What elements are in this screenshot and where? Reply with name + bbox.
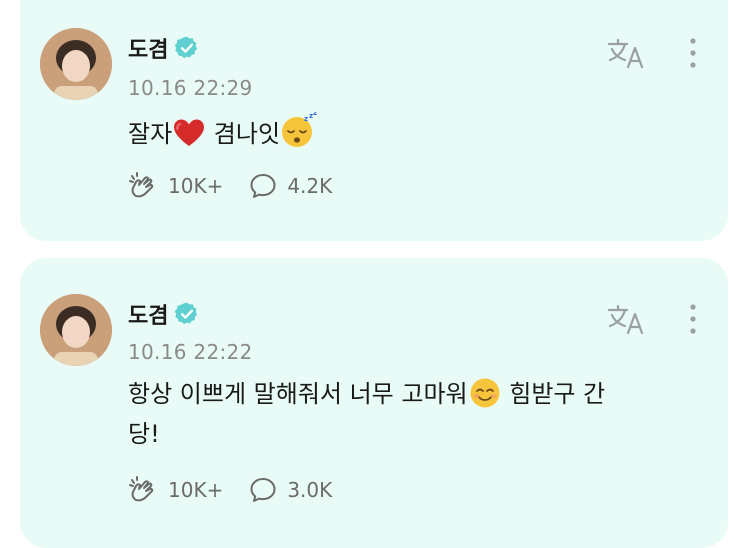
post-text: 잘자 겸나잇 zzz (128, 112, 698, 154)
cheer-hand-icon (129, 476, 154, 502)
author-name[interactable]: 도겸 (128, 298, 168, 330)
comment-bubble-icon (250, 174, 276, 198)
more-vertical-icon[interactable] (686, 302, 700, 336)
post-card[interactable]: 도겸 10.16 22:29 잘자 겸나잇 zzz 10K+ 4.2K (20, 0, 728, 241)
comment-button[interactable]: 3.0K (249, 477, 332, 503)
like-count: 10K+ (168, 478, 224, 502)
post-stats: 10K+ 3.0K (128, 476, 332, 504)
avatar[interactable] (40, 28, 112, 100)
sleeping-face-icon: zzz (282, 112, 317, 147)
post-text-part: 겸나잇 (206, 120, 281, 148)
cheer-hand-icon (129, 172, 154, 198)
avatar[interactable] (40, 294, 112, 366)
post-text-part: 잘자 (128, 120, 173, 148)
post-text-line: 힘받구 간 (501, 380, 606, 408)
post-stats: 10K+ 4.2K (128, 172, 332, 200)
author-row: 도겸 (128, 32, 200, 64)
svg-text:z: z (313, 112, 317, 117)
verified-badge-icon (175, 302, 198, 325)
post-text-line: 당! (128, 420, 160, 448)
verified-badge-icon (175, 36, 198, 59)
post-text: 항상 이쁘게 말해줘서 너무 고마워 힘받구 간 당! (128, 374, 698, 454)
post-timestamp: 10.16 22:22 (128, 340, 253, 364)
smiling-face-icon (470, 378, 500, 408)
like-button[interactable]: 10K+ (128, 172, 223, 200)
svg-text:z: z (304, 115, 308, 123)
like-button[interactable]: 10K+ (128, 476, 223, 504)
comment-button[interactable]: 4.2K (249, 173, 332, 199)
author-name[interactable]: 도겸 (128, 32, 168, 64)
author-row: 도겸 (128, 298, 200, 330)
post-card[interactable]: 도겸 10.16 22:22 항상 이쁘게 말해줘서 너무 고마워 힘받구 간 … (20, 258, 728, 548)
post-text-line: 항상 이쁘게 말해줘서 너무 고마워 (128, 380, 468, 408)
translate-icon[interactable] (606, 302, 648, 336)
comment-count: 4.2K (287, 174, 333, 198)
like-count: 10K+ (168, 174, 224, 198)
post-timestamp: 10.16 22:29 (128, 76, 253, 100)
more-vertical-icon[interactable] (686, 36, 700, 70)
red-heart-icon (174, 119, 205, 146)
comment-bubble-icon (250, 478, 276, 502)
translate-icon[interactable] (606, 36, 648, 70)
comment-count: 3.0K (287, 478, 333, 502)
